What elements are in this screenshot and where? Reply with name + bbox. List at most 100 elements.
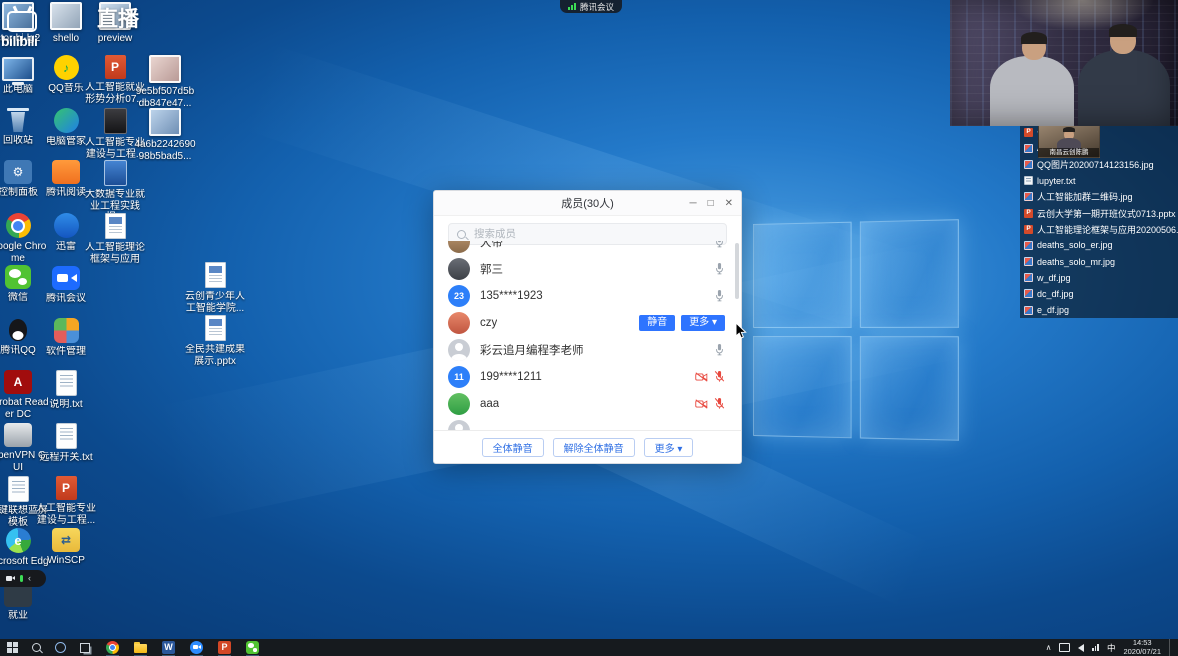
member-more-button[interactable]: 更多 ▾ [681, 315, 725, 331]
participant-video-thumbnail: 南昌云创陈鹏 [1038, 122, 1100, 158]
camera-icon[interactable] [6, 575, 15, 582]
search-icon [457, 230, 466, 239]
mic-icon [714, 289, 725, 302]
desktop-icon[interactable]: 软件管理 [35, 318, 97, 358]
meeting-icon [190, 641, 203, 654]
desktop-icon-image [54, 213, 79, 238]
file-row[interactable]: P人工智能理论框架与应用20200506.pptx [1020, 221, 1178, 237]
taskbar-app-word[interactable]: W [162, 641, 175, 655]
vignette [950, 0, 1178, 126]
member-name: 郭三 [480, 261, 503, 277]
cortana-icon[interactable] [55, 642, 66, 653]
desktop-icon-image: ♪ [54, 55, 79, 80]
meeting-share-badge: 腾讯会议 [560, 0, 622, 13]
members-window-titlebar[interactable]: 成员(30人) ─ □ ✕ [434, 191, 741, 216]
member-row[interactable]: 彩云追月编程李老师 [434, 336, 741, 363]
mic-icon [714, 241, 725, 248]
minimize-button[interactable]: ─ [689, 198, 696, 209]
desktop-icon-image [56, 423, 77, 449]
member-row[interactable]: 大帝 [434, 241, 741, 255]
desktop-icon-label: 全民共建成果展示.pptx [184, 344, 246, 367]
tray-expand-icon[interactable]: ∧ [1046, 643, 1052, 652]
member-row[interactable]: 郭三 [434, 255, 741, 282]
file-row[interactable]: lupyter.txt [1020, 173, 1178, 189]
desktop-icon-glyph: P [111, 61, 119, 73]
desktop-icon-label: 人工智能理论框架与应用2... [84, 242, 146, 266]
screen: ctor-bj-lg2此电脑回收站⚙控制面板Google Chrome微信腾讯Q… [0, 0, 1178, 656]
taskbar-app-wechat[interactable] [246, 641, 259, 655]
desktop-icon[interactable]: 9e5bf507d5bdb847e47... [134, 55, 196, 109]
tray-volume-icon[interactable] [1078, 644, 1084, 652]
desktop-icon-image [149, 55, 181, 83]
meeting-floating-bar[interactable]: ‹ [0, 570, 46, 587]
unmute-all-button[interactable]: 解除全体静音 [553, 438, 635, 457]
taskbar-search-icon[interactable] [32, 643, 41, 652]
img-file-icon [1024, 289, 1033, 298]
more-button[interactable]: 更多 ▾ [644, 438, 694, 457]
show-desktop-button[interactable] [1169, 639, 1174, 656]
file-row[interactable]: w_df.jpg [1020, 270, 1178, 286]
mic-indicator-icon[interactable] [20, 575, 23, 582]
maximize-button[interactable]: □ [708, 198, 714, 209]
mute-all-button[interactable]: 全体静音 [482, 438, 544, 457]
explorer-icon [134, 641, 147, 654]
tray-input-indicator[interactable]: 中 [1107, 642, 1116, 654]
desktop-icon[interactable]: 腾讯会议 [35, 266, 97, 305]
member-row[interactable]: aaa [434, 390, 741, 417]
desktop-icon-label: 远程开关.txt [35, 452, 97, 464]
desktop-icon-image [6, 213, 31, 238]
desktop-icon-glyph: ⇄ [61, 534, 71, 546]
file-row[interactable]: QQ图片20200714123156.jpg [1020, 156, 1178, 172]
member-avatar [448, 241, 470, 253]
member-row[interactable]: 11199****1211 [434, 363, 741, 390]
ppt-file-icon: P [1024, 128, 1033, 137]
desktop-icon[interactable]: 说明.txt [35, 370, 97, 411]
file-row[interactable]: P云创大学第一期开班仪式0713.pptx [1020, 205, 1178, 221]
img-file-icon [1024, 192, 1033, 201]
desktop-icon[interactable]: 4a6b224269098b5bad5... [134, 108, 196, 162]
desktop-icon[interactable]: 远程开关.txt [35, 423, 97, 464]
desktop-icon[interactable]: ⇄WinSCP [35, 528, 97, 567]
member-list[interactable]: 大帝郭三 23135****1923czy静音更多 ▾ 彩云追月编程李老师 11199… [434, 241, 741, 433]
desktop-icon[interactable]: 就业 [0, 583, 49, 622]
desktop-icon-label: 软件管理 [35, 346, 97, 358]
task-view-icon[interactable] [80, 643, 90, 653]
taskbar-app-meeting[interactable] [190, 641, 203, 655]
desktop-icon-image: e [6, 528, 31, 553]
file-list-panel: P云创AI.jQQ图片20200714123156.jpglupyter.txt… [1020, 124, 1178, 318]
taskbar-clock[interactable]: 14:53 2020/07/21 [1123, 639, 1161, 656]
desktop-icon-image [104, 108, 127, 134]
desktop-icon[interactable]: P人工智能专业建设与工程... [35, 476, 97, 526]
desktop-icon[interactable]: 云创青少年人工智能学院... [184, 262, 246, 314]
start-button[interactable] [7, 642, 18, 653]
tray-display-icon[interactable] [1059, 643, 1070, 652]
member-search-input[interactable] [472, 227, 726, 241]
close-button[interactable]: ✕ [725, 198, 733, 209]
member-name: 彩云追月编程李老师 [480, 342, 584, 358]
collapse-chevron-icon[interactable]: ‹ [28, 574, 31, 583]
scrollbar-thumb[interactable] [735, 243, 739, 299]
file-row[interactable]: 人工智能加群二维码.jpg [1020, 189, 1178, 205]
desktop-icon[interactable]: 人工智能理论框架与应用2... [84, 213, 146, 266]
member-row[interactable]: 23135****1923 [434, 282, 741, 309]
file-row[interactable]: deaths_solo_mr.jpg [1020, 254, 1178, 270]
member-row[interactable]: czy静音更多 ▾ [434, 309, 741, 336]
file-row[interactable]: dc_df.jpg [1020, 286, 1178, 302]
taskbar-app-chrome[interactable] [106, 641, 119, 655]
mouse-cursor [735, 322, 747, 340]
desktop-icon-image [8, 476, 29, 502]
bilibili-tv-icon [7, 11, 37, 32]
signal-icon [568, 3, 576, 10]
desktop-icon[interactable]: 全民共建成果展示.pptx [184, 315, 246, 367]
file-name: 人工智能理论框架与应用20200506.pptx [1037, 223, 1178, 236]
file-name: 云创大学第一期开班仪式0713.pptx [1037, 207, 1176, 220]
taskbar-app-explorer[interactable] [134, 641, 147, 655]
tray-network-icon[interactable] [1092, 644, 1099, 651]
file-name: dc_df.jpg [1037, 289, 1074, 299]
share-badge-label: 腾讯会议 [580, 1, 614, 13]
desktop-icon[interactable]: 大数据专业就业工程实践报... [84, 160, 146, 213]
member-mute-button[interactable]: 静音 [639, 315, 675, 331]
file-row[interactable]: e_df.jpg [1020, 302, 1178, 318]
file-row[interactable]: deaths_solo_er.jpg [1020, 237, 1178, 253]
taskbar-app-powerpoint[interactable]: P [218, 641, 231, 655]
